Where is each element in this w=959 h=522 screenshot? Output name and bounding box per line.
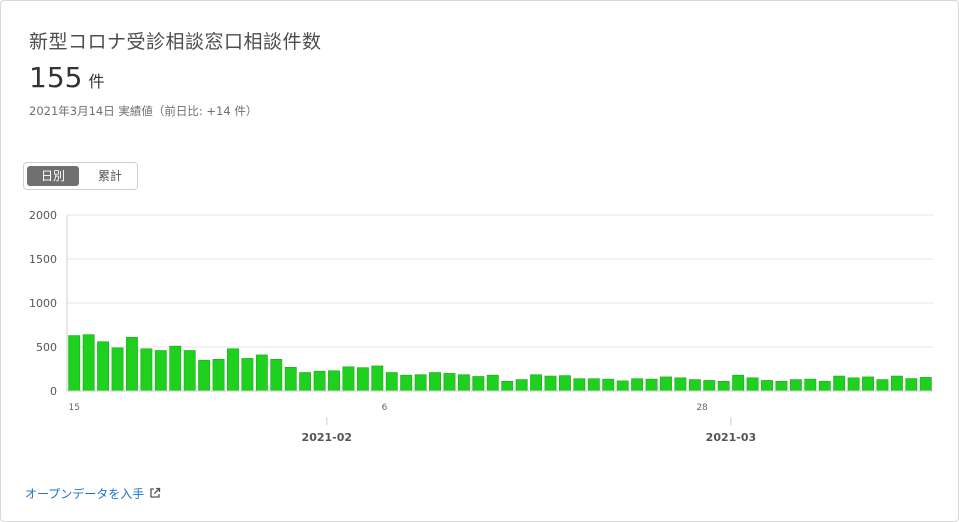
bar [602, 378, 615, 392]
bar [905, 378, 918, 392]
bar [154, 350, 167, 392]
latest-value: 155 件 [29, 61, 104, 94]
bar [775, 381, 788, 392]
cumulative-toggle-button[interactable]: 累計 [84, 166, 136, 186]
bar [616, 380, 629, 392]
bar [587, 378, 600, 392]
bar [862, 376, 874, 392]
bar [342, 366, 355, 392]
bar [919, 377, 932, 392]
bar [833, 375, 846, 392]
bar [818, 381, 831, 392]
bar [328, 370, 340, 392]
bar [140, 348, 153, 392]
bar [356, 367, 369, 392]
bar [501, 381, 514, 392]
bar [544, 375, 557, 392]
y-tick-label: 2000 [29, 209, 57, 222]
bar [761, 380, 773, 392]
bar [68, 335, 81, 392]
bar [198, 359, 211, 392]
bar [227, 348, 239, 392]
bar [270, 359, 283, 392]
bar [559, 375, 571, 392]
bar [313, 370, 326, 392]
bar [732, 374, 745, 392]
bar [299, 372, 312, 392]
bar [284, 366, 297, 392]
bar [688, 379, 701, 392]
bar [183, 350, 196, 392]
bar [371, 365, 384, 392]
bar [573, 378, 586, 392]
x-tick-label: 15 [68, 403, 79, 413]
bar [414, 374, 427, 392]
card-title: 新型コロナ受診相談窓口相談件数 [29, 31, 322, 53]
bar [876, 379, 889, 392]
bar [746, 377, 759, 392]
bar [530, 374, 543, 392]
latest-value-note: 2021年3月14日 実績値（前日比: +14 件） [29, 104, 258, 118]
bar [169, 345, 182, 392]
bar-chart: 0 500 1000 1500 2000 15 6 28 2021-02 2021-03 [29, 209, 933, 444]
bar [400, 374, 413, 392]
chart-card: 新型コロナ受診相談窓口相談件数 155 件 2021年3月14日 実績値（前日比:… [0, 0, 959, 522]
y-tick-label: 0 [50, 385, 57, 398]
bar [674, 377, 687, 392]
open-data-link[interactable]: オープンデータを入手 [25, 485, 161, 502]
bar [457, 374, 470, 392]
bar [660, 376, 672, 392]
bar [717, 381, 730, 392]
x-tick-label: 28 [696, 403, 708, 413]
bar [212, 359, 225, 392]
bar [486, 374, 499, 392]
x-month-label: 2021-02 [302, 431, 353, 444]
x-tick-label: 6 [382, 403, 388, 413]
bar [385, 372, 398, 392]
bar [890, 375, 903, 392]
bar [111, 347, 124, 392]
latest-value-unit: 件 [88, 72, 105, 91]
bar [126, 337, 138, 392]
bar [515, 379, 528, 392]
bar [847, 377, 860, 392]
bar [255, 354, 268, 392]
bar [241, 358, 254, 392]
latest-value-number: 155 [29, 61, 83, 94]
bar [631, 378, 644, 392]
bar [703, 380, 716, 392]
bar [82, 334, 95, 392]
bar [645, 378, 658, 392]
open-data-label: オープンデータを入手 [25, 487, 145, 501]
bar [429, 372, 441, 392]
y-tick-label: 1500 [29, 253, 57, 266]
bar [472, 376, 485, 392]
y-tick-label: 1000 [29, 297, 57, 310]
bar [804, 378, 817, 392]
bar [789, 379, 802, 392]
y-tick-label: 500 [36, 341, 57, 354]
x-month-label: 2021-03 [706, 431, 757, 444]
bar [443, 373, 456, 392]
daily-toggle-button[interactable]: 日別 [27, 166, 79, 186]
daily-cumulative-toggle: 日別 累計 [23, 162, 138, 190]
bar [97, 341, 110, 392]
